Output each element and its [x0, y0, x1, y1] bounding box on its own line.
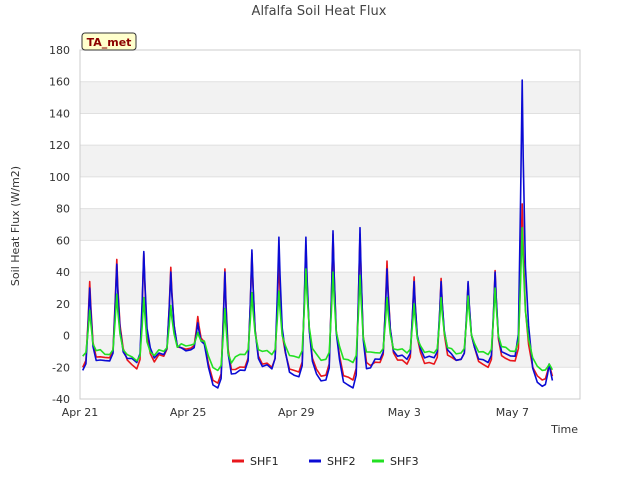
grid-band [80, 208, 580, 241]
x-tick-label: May 7 [496, 406, 529, 419]
x-axis-label: Time [550, 423, 578, 436]
y-tick-label: 0 [63, 330, 70, 343]
badge-label: TA_met [87, 36, 132, 49]
legend-label-shf1: SHF1 [250, 455, 279, 468]
legend-label-shf2: SHF2 [327, 455, 356, 468]
y-tick-label: 100 [49, 171, 70, 184]
x-tick-labels: Apr 21 Apr 25 Apr 29 May 3 May 7 [62, 406, 529, 419]
y-tick-label: 180 [49, 44, 70, 57]
y-tick-labels: -40 -20 0 20 40 60 80 100 120 140 160 180 [49, 44, 70, 406]
grid-band [80, 81, 580, 114]
x-tick-label: Apr 25 [170, 406, 207, 419]
legend-label-shf3: SHF3 [390, 455, 419, 468]
y-tick-label: 120 [49, 139, 70, 152]
y-tick-label: -20 [52, 361, 70, 374]
y-tick-label: -40 [52, 393, 70, 406]
y-tick-label: 40 [56, 266, 70, 279]
x-tick-label: Apr 29 [278, 406, 315, 419]
grid-band [80, 145, 580, 177]
y-tick-label: 160 [49, 76, 70, 89]
y-tick-label: 80 [56, 203, 70, 216]
grid-band [80, 272, 580, 304]
ta-met-badge: TA_met [81, 32, 137, 51]
chart-title: Alfalfa Soil Heat Flux [252, 4, 387, 19]
soil-heat-flux-chart: Alfalfa Soil Heat Flux -40 -20 0 20 40 60 80 10… [9, 4, 581, 468]
legend: SHF1 SHF2 SHF3 [232, 455, 419, 468]
y-tick-label: 140 [49, 107, 70, 120]
x-tick-label: May 3 [388, 406, 421, 419]
y-tick-label: 60 [56, 234, 70, 247]
y-axis-label: Soil Heat Flux (W/m2) [9, 166, 22, 286]
y-tick-label: 20 [56, 298, 70, 311]
x-tick-label: Apr 21 [62, 406, 99, 419]
